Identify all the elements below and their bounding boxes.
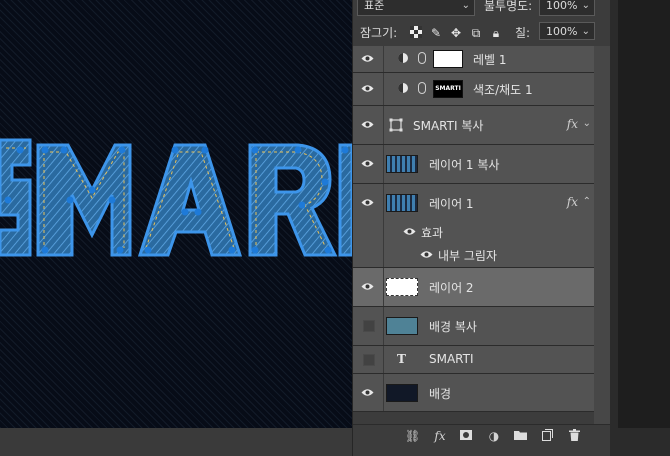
effect-name: 내부 그림자 xyxy=(438,249,498,263)
chevron-up-icon[interactable]: ⌃ xyxy=(583,196,591,207)
chevron-down-icon: ⌄ xyxy=(461,0,470,11)
eye-icon[interactable] xyxy=(420,250,433,259)
layer-row-background-copy[interactable]: 배경 복사 xyxy=(353,307,594,346)
eye-icon[interactable] xyxy=(361,282,374,291)
blend-mode-value: 표준 xyxy=(364,0,385,12)
lock-position-icon[interactable]: ✥ xyxy=(449,26,463,40)
layer-row-hue-saturation-1[interactable]: SMARTI 색조/채도 1 xyxy=(353,73,594,106)
lock-all-icon[interactable]: 🔒︎ xyxy=(489,26,503,40)
eye-icon[interactable] xyxy=(361,120,374,129)
denim-text-artwork xyxy=(0,138,352,257)
visibility-cell[interactable] xyxy=(353,46,384,72)
hidden-visibility-box[interactable] xyxy=(363,353,375,366)
visibility-cell[interactable] xyxy=(353,374,384,411)
visibility-cell[interactable] xyxy=(353,145,384,183)
layer-mask-thumbnail[interactable]: SMARTI xyxy=(433,80,463,98)
layer-thumbnail xyxy=(386,193,418,212)
mask-text: SMARTI xyxy=(435,85,461,92)
chevron-down-icon: ⌄ xyxy=(581,0,590,11)
layers-footer-toolbar: ⛓︎ fx ◑ xyxy=(353,424,611,447)
layer-name: 레이어 1 복사 xyxy=(429,158,500,172)
chevron-down-icon[interactable]: ⌄ xyxy=(583,118,591,129)
link-icon[interactable] xyxy=(418,82,426,94)
effects-label: 효과 xyxy=(421,226,444,240)
eye-icon[interactable] xyxy=(361,54,374,63)
layer-name: SMARTI 복사 xyxy=(413,119,484,133)
smart-object-icon xyxy=(389,118,403,132)
new-adjustment-layer-icon[interactable]: ◑ xyxy=(487,429,501,443)
layer-name: 색조/채도 1 xyxy=(473,83,533,97)
fill-label: 칠: xyxy=(515,26,531,40)
new-layer-icon[interactable] xyxy=(540,429,554,443)
visibility-cell[interactable] xyxy=(353,73,384,105)
hidden-visibility-box[interactable] xyxy=(363,320,375,332)
new-group-icon[interactable] xyxy=(513,429,527,443)
layer-row-layer-1[interactable]: 레이어 1 fx ⌃ xyxy=(353,184,594,221)
link-icon[interactable] xyxy=(418,52,426,64)
status-bar xyxy=(0,428,352,456)
layer-row-levels-1[interactable]: 레벨 1 xyxy=(353,46,594,73)
link-layers-icon[interactable]: ⛓︎ xyxy=(405,429,420,443)
delete-layer-icon[interactable] xyxy=(567,429,581,443)
visibility-cell[interactable] xyxy=(353,268,384,306)
layer-thumbnail xyxy=(386,278,418,296)
layer-mask-thumbnail[interactable] xyxy=(433,50,463,68)
fx-add-style-icon[interactable]: fx xyxy=(433,429,447,443)
layer-row-layer-2[interactable]: 레이어 2 xyxy=(353,268,594,307)
lock-artboard-icon[interactable]: ⧉ xyxy=(469,26,483,40)
type-layer-icon: T xyxy=(397,352,406,366)
fx-icon[interactable]: fx xyxy=(567,117,578,131)
layer-name: 레이어 1 xyxy=(429,196,474,211)
layer-thumbnail xyxy=(386,317,418,335)
layer-thumbnail xyxy=(386,155,418,173)
visibility-cell xyxy=(353,221,384,243)
right-dock-area xyxy=(610,0,670,456)
eye-icon[interactable] xyxy=(361,388,374,397)
visibility-cell[interactable] xyxy=(353,184,384,221)
eye-icon[interactable] xyxy=(361,198,374,207)
layer-name: 배경 복사 xyxy=(429,320,477,334)
lock-transparent-pixels-icon[interactable] xyxy=(409,26,423,40)
lock-image-pixels-icon[interactable]: ✎ xyxy=(429,26,443,40)
opacity-value: 100% xyxy=(546,0,578,12)
layer-thumbnail xyxy=(386,383,418,402)
layer-row-layer-1-copy[interactable]: 레이어 1 복사 xyxy=(353,145,594,184)
eye-icon[interactable] xyxy=(403,227,416,236)
layer-row-smarti-text[interactable]: T SMARTI xyxy=(353,346,594,374)
layers-scrollbar[interactable] xyxy=(594,46,611,424)
layer-row-background[interactable]: 배경 xyxy=(353,374,594,412)
chevron-down-icon: ⌄ xyxy=(581,26,590,37)
layer-row-smarti-copy[interactable]: SMARTI 복사 fx ⌄ xyxy=(353,106,594,145)
fill-field[interactable]: 100% ⌄ xyxy=(539,22,595,40)
add-mask-icon[interactable] xyxy=(459,429,473,443)
artwork-letters xyxy=(0,138,352,257)
levels-adjustment-icon xyxy=(398,53,408,63)
document-canvas[interactable] xyxy=(0,0,352,428)
opacity-field[interactable]: 100% ⌄ xyxy=(539,0,595,16)
dock-panel-dark xyxy=(618,0,670,428)
visibility-cell[interactable] xyxy=(353,346,384,373)
lock-row: 잠그기: ✎ ✥ ⧉ 🔒︎ 칠: 100% ⌄ xyxy=(353,20,611,47)
visibility-cell[interactable] xyxy=(353,307,384,345)
layer-name: 배경 xyxy=(429,386,452,401)
layers-panel: 표준 ⌄ 불투명도: 100% ⌄ 잠그기: ✎ ✥ ⧉ 🔒︎ 칠: 100% … xyxy=(352,0,611,456)
visibility-cell xyxy=(353,243,384,267)
blend-options-bar: 표준 ⌄ 불투명도: 100% ⌄ xyxy=(353,0,611,18)
fx-icon[interactable]: fx xyxy=(567,195,578,209)
blend-mode-dropdown[interactable]: 표준 ⌄ xyxy=(357,0,475,16)
effects-group-row[interactable]: 효과 xyxy=(353,221,594,243)
inner-shadow-effect-row[interactable]: 내부 그림자 xyxy=(353,243,594,268)
layer-list: 레벨 1 SMARTI 색조/채도 1 SMARTI 복사 fx ⌄ 레이어 1… xyxy=(353,46,594,412)
opacity-label: 불투명도: xyxy=(484,0,533,13)
layer-name: 레이어 2 xyxy=(429,281,474,295)
layer-name: SMARTI xyxy=(429,351,474,366)
eye-icon[interactable] xyxy=(361,84,374,93)
fill-value: 100% xyxy=(546,25,578,38)
lock-label: 잠그기: xyxy=(360,26,398,40)
hue-saturation-adjustment-icon xyxy=(398,83,408,93)
visibility-cell[interactable] xyxy=(353,106,384,144)
layer-name: 레벨 1 xyxy=(473,53,507,67)
eye-icon[interactable] xyxy=(361,159,374,168)
